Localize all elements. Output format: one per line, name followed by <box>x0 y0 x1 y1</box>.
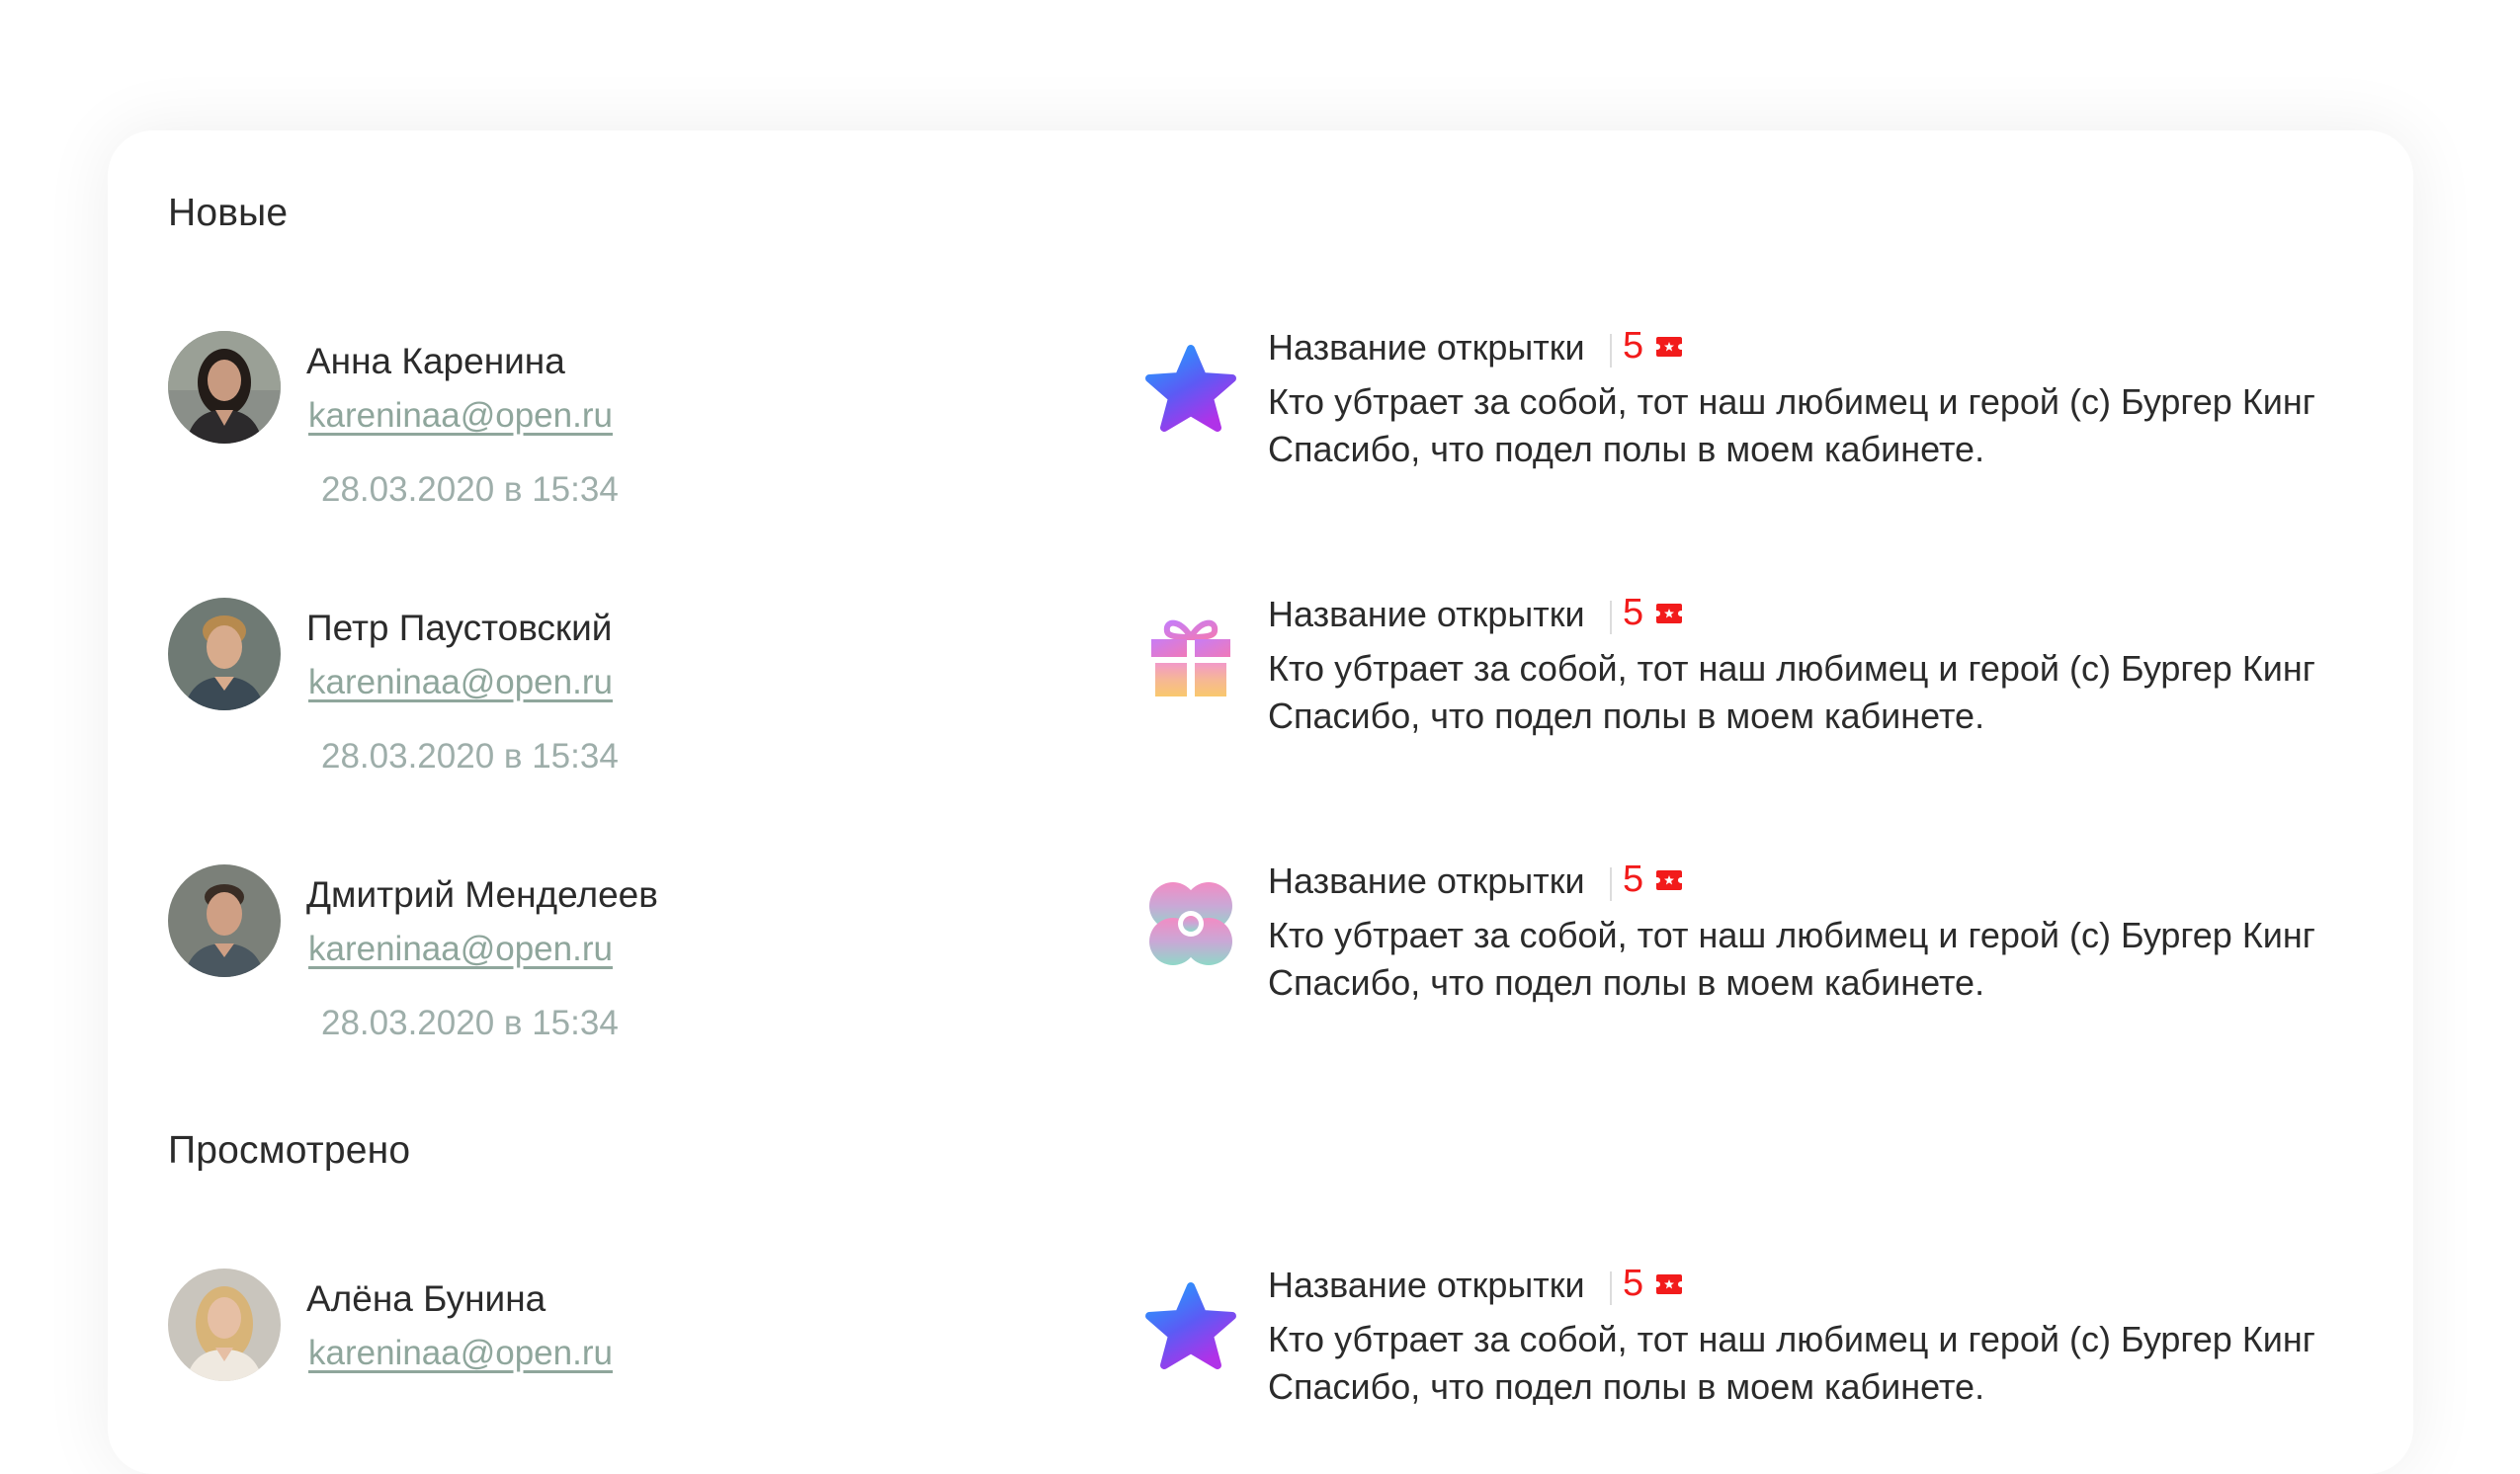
section-title-new: Новые <box>168 192 289 234</box>
message-line: Кто убтрает за собой, тот наш любимец и … <box>1268 381 2315 422</box>
ticket-icon <box>1656 870 1682 890</box>
postcard-title: Название открытки <box>1268 860 1585 901</box>
divider <box>1610 334 1612 368</box>
message-line: Спасибо, что подел полы в моем кабинете. <box>1268 429 1985 469</box>
points-count: 5 <box>1623 1269 1644 1304</box>
postcard-title: Название открытки <box>1268 327 1585 368</box>
avatar[interactable] <box>168 864 281 977</box>
postcard-message: Кто убтрает за собой, тот наш любимец и … <box>1268 378 2315 473</box>
list-item[interactable]: Анна Каренина kareninaa@open.ru 28.03.20… <box>0 325 2520 529</box>
points-count: 5 <box>1623 859 1644 900</box>
list-item[interactable]: Дмитрий Менделеев kareninaa@open.ru 28.0… <box>0 859 2520 1062</box>
list-item[interactable]: Алёна Бунина kareninaa@open.ru Название … <box>0 1269 2520 1405</box>
section-title-viewed: Просмотрено <box>168 1129 411 1172</box>
points-count: 5 <box>1623 592 1644 633</box>
avatar[interactable] <box>168 331 281 444</box>
postcard-message: Кто убтрает за собой, тот наш любимец и … <box>1268 645 2315 740</box>
message-line: Кто убтрает за собой, тот наш любимец и … <box>1268 648 2315 689</box>
message-line: Кто убтрает за собой, тот наш любимец и … <box>1268 1319 2315 1359</box>
gift-icon <box>1141 608 1240 706</box>
sender-email-link[interactable]: kareninaa@open.ru <box>308 930 613 969</box>
postcard-message: Кто убтрает за собой, тот наш любимец и … <box>1268 912 2315 1007</box>
avatar[interactable] <box>168 598 281 710</box>
ticket-icon <box>1656 1274 1682 1294</box>
sender-email-link[interactable]: kareninaa@open.ru <box>308 396 613 436</box>
list-item[interactable]: Петр Паустовский kareninaa@open.ru 28.03… <box>0 592 2520 795</box>
postcard-title: Название открытки <box>1268 594 1585 634</box>
sender-name: Петр Паустовский <box>306 608 613 648</box>
star-icon <box>1141 1278 1240 1377</box>
star-icon <box>1141 341 1240 440</box>
message-line: Спасибо, что подел полы в моем кабинете. <box>1268 696 1985 736</box>
received-date: 28.03.2020 в 15:34 <box>321 737 619 776</box>
sender-name: Анна Каренина <box>306 341 565 381</box>
postcard-message: Кто убтрает за собой, тот наш любимец и … <box>1268 1316 2315 1405</box>
ticket-icon <box>1656 337 1682 357</box>
message-line: Кто убтрает за собой, тот наш любимец и … <box>1268 915 2315 955</box>
sender-email-link[interactable]: kareninaa@open.ru <box>308 663 613 702</box>
sender-name: Алёна Бунина <box>306 1278 546 1319</box>
sender-email-link[interactable]: kareninaa@open.ru <box>308 1334 613 1373</box>
received-date: 28.03.2020 в 15:34 <box>321 470 619 509</box>
divider <box>1610 867 1612 901</box>
avatar[interactable] <box>168 1269 281 1381</box>
sender-name: Дмитрий Менделеев <box>306 874 658 915</box>
postcard-title: Название открытки <box>1268 1269 1585 1305</box>
flower-icon <box>1141 874 1240 973</box>
ticket-icon <box>1656 604 1682 623</box>
received-date: 28.03.2020 в 15:34 <box>321 1004 619 1042</box>
divider <box>1610 1271 1612 1305</box>
message-line: Спасибо, что подел полы в моем кабинете. <box>1268 1366 1985 1405</box>
message-line: Спасибо, что подел полы в моем кабинете. <box>1268 962 1985 1003</box>
divider <box>1610 601 1612 634</box>
points-count: 5 <box>1623 325 1644 367</box>
